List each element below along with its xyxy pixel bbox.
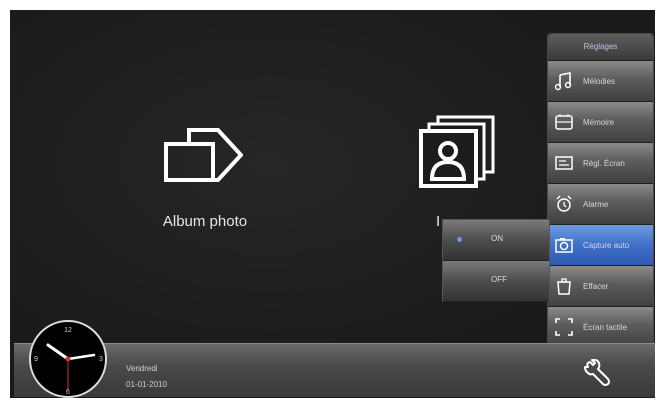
menu-item-melodies[interactable]: Mélodies <box>548 60 653 101</box>
menu-item-effacer[interactable]: Effacer <box>548 265 653 306</box>
date-label: 01-01-2010 <box>126 380 167 389</box>
settings-menu: Réglages Mélodies Mémoire Régl. Écran Al… <box>547 33 654 347</box>
menu-item-label: Mémoire <box>583 117 615 127</box>
screen: Album photo I Réglages Mélodies Mémoire <box>0 0 661 401</box>
menu-item-regl-ecran[interactable]: Régl. Écran <box>548 142 653 183</box>
clock-label-12: 12 <box>64 327 72 334</box>
menu-item-label: Alarme <box>583 199 609 209</box>
menu-item-capture-auto[interactable]: Capture auto <box>548 224 653 265</box>
clock-center <box>65 356 71 362</box>
menu-item-label: Régl. Écran <box>583 158 625 168</box>
day-label: Vendredi <box>126 364 158 373</box>
menu-item-label: Effacer <box>583 281 609 291</box>
screen-icon <box>553 152 575 174</box>
option-label: OFF <box>491 275 507 284</box>
option-off[interactable]: OFF <box>443 261 549 302</box>
album-photo-tile[interactable] <box>163 120 244 190</box>
analog-clock: 12 3 6 9 <box>28 319 108 399</box>
settings-wrench-button[interactable] <box>582 358 612 389</box>
clock-label-3: 3 <box>99 356 103 363</box>
memory-card-icon <box>553 111 575 133</box>
clock-label-9: 9 <box>34 356 38 363</box>
menu-item-alarme[interactable]: Alarme <box>548 183 653 224</box>
touch-screen-icon <box>553 316 575 338</box>
alarm-icon <box>553 193 575 215</box>
settings-menu-title: Réglages <box>548 34 653 60</box>
status-bar <box>14 343 655 397</box>
camera-icon <box>553 234 575 256</box>
menu-item-memoire[interactable]: Mémoire <box>548 101 653 142</box>
selected-bullet-icon <box>457 237 462 242</box>
photo-frame-icon <box>419 115 495 188</box>
option-on[interactable]: ON <box>443 220 549 261</box>
clock-label-6: 6 <box>66 389 70 396</box>
album-photo-label[interactable]: Album photo <box>150 213 260 230</box>
delete-icon <box>553 275 575 297</box>
menu-item-label: Écran tactile <box>583 322 628 332</box>
wrench-icon <box>584 358 610 386</box>
option-label: ON <box>491 234 503 243</box>
menu-item-label: Mélodies <box>583 76 616 86</box>
music-note-icon <box>553 70 575 92</box>
photo-viewer-tile[interactable] <box>418 114 496 190</box>
capture-auto-submenu: ON OFF <box>442 219 550 302</box>
album-photo-icon <box>164 128 244 182</box>
menu-item-ecran-tactile[interactable]: Écran tactile <box>548 306 653 347</box>
menu-item-label: Capture auto <box>583 240 630 250</box>
